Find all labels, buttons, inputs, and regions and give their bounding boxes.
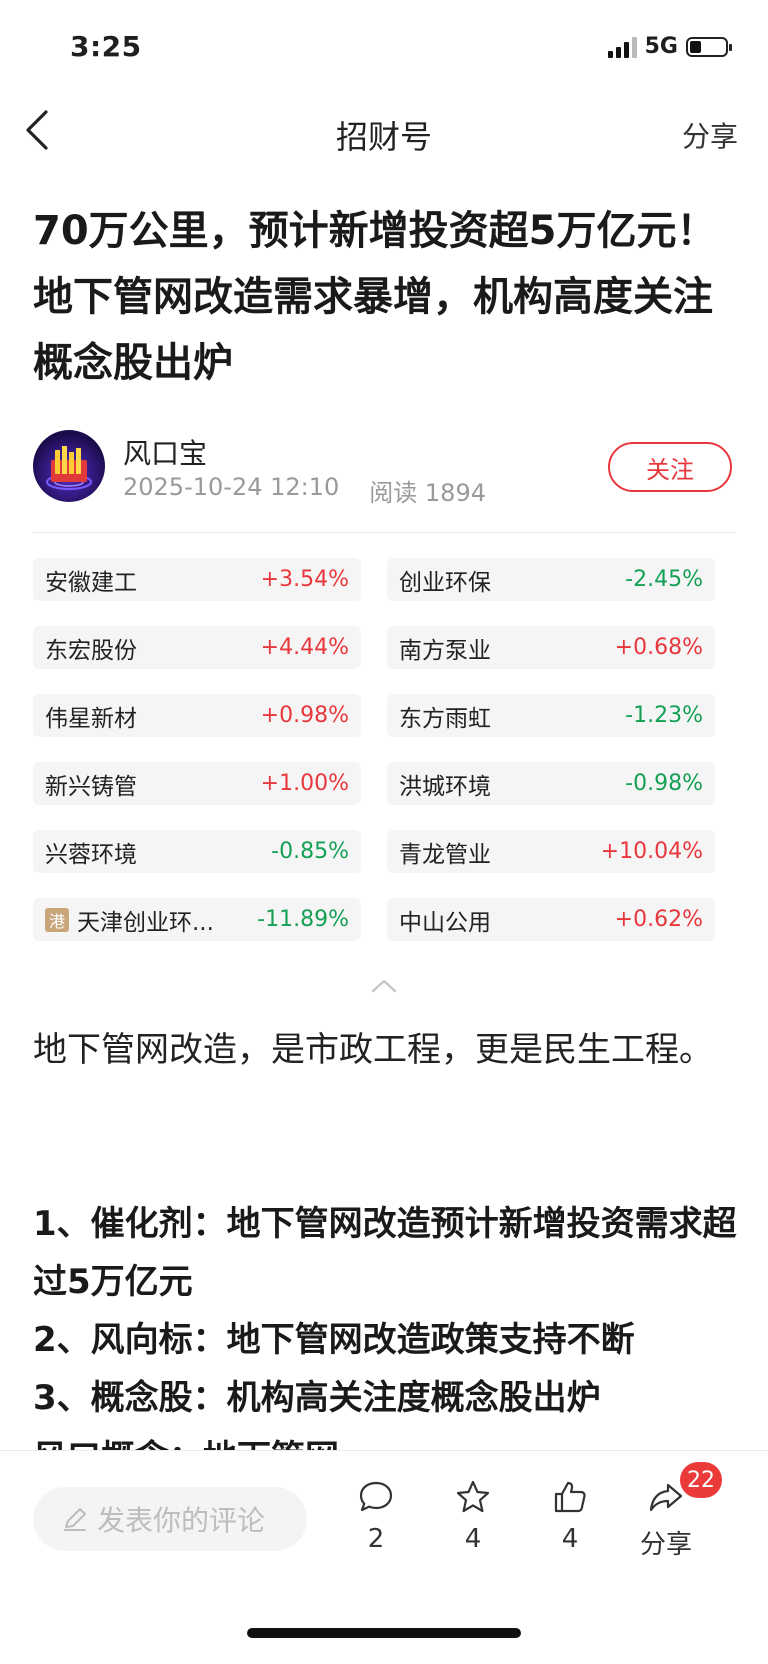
article-meta: 2025-10-24 12:10 阅读 1894 <box>123 473 486 508</box>
collapse-caret-icon[interactable] <box>370 978 398 994</box>
stock-chip[interactable]: 中山公用 +0.62% <box>387 898 715 941</box>
stock-chip[interactable]: 青龙管业 +10.04% <box>387 830 715 873</box>
stock-name: 安徽建工 <box>45 563 137 597</box>
stock-name-text: 南方泵业 <box>399 637 491 664</box>
related-stocks-grid: 安徽建工 +3.54% 创业环保 -2.45% 东宏股份 +4.44% 南方泵业 +0.68%… <box>33 558 735 941</box>
stock-name-text: 东宏股份 <box>45 637 137 664</box>
stock-change: +4.44% <box>260 635 349 660</box>
stock-name-text: 东方雨虹 <box>399 705 491 732</box>
stock-name-text: 伟星新材 <box>45 705 137 732</box>
stock-chip[interactable]: 南方泵业 +0.68% <box>387 626 715 669</box>
hk-market-badge: 港 <box>45 907 69 932</box>
author-name[interactable]: 风口宝 <box>123 432 207 472</box>
publish-date: 2025-10-24 12:10 <box>123 473 340 501</box>
share-count-badge: 22 <box>680 1462 722 1498</box>
stock-name: 港天津创业环... <box>45 903 214 937</box>
stock-name-text: 新兴铸管 <box>45 773 137 800</box>
stock-name-text: 兴蓉环境 <box>45 841 137 868</box>
stock-change: -1.23% <box>625 703 703 728</box>
star-icon <box>456 1480 490 1513</box>
stock-name: 创业环保 <box>399 563 491 597</box>
stock-name-text: 安徽建工 <box>45 569 137 596</box>
stock-name-text: 中山公用 <box>399 909 491 936</box>
stock-change: +1.00% <box>260 771 349 796</box>
stock-name: 南方泵业 <box>399 631 491 665</box>
comment-input[interactable]: 发表你的评论 <box>33 1487 307 1551</box>
thumbs-up-icon <box>554 1481 586 1513</box>
stock-name: 洪城环境 <box>399 767 491 801</box>
pencil-icon <box>64 1508 86 1531</box>
key-point: 3、概念股：机构高关注度概念股出炉 <box>33 1378 601 1418</box>
stock-name: 东宏股份 <box>45 631 137 665</box>
stock-change: -0.85% <box>271 839 349 864</box>
stock-change: +3.54% <box>260 567 349 592</box>
network-label: 5G <box>644 34 678 59</box>
signal-icon <box>607 36 637 58</box>
stock-name: 新兴铸管 <box>45 767 137 801</box>
stock-chip[interactable]: 安徽建工 +3.54% <box>33 558 361 601</box>
key-point: 2、风向标：地下管网改造政策支持不断 <box>33 1320 635 1360</box>
favorite-count: 4 <box>464 1524 482 1554</box>
stock-name-text: 天津创业环... <box>77 909 214 936</box>
stock-change: -0.98% <box>625 771 703 796</box>
like-count: 4 <box>561 1524 579 1554</box>
like-button[interactable]: 4 <box>530 1478 610 1554</box>
follow-button[interactable]: 关注 <box>608 442 732 492</box>
divider <box>33 532 735 533</box>
stock-change: +0.68% <box>614 635 703 660</box>
stock-name-text: 创业环保 <box>399 569 491 596</box>
stock-chip[interactable]: 兴蓉环境 -0.85% <box>33 830 361 873</box>
share-button[interactable]: 分享 <box>682 115 738 155</box>
favorite-button[interactable]: 4 <box>433 1478 513 1554</box>
share-label: 分享 <box>639 1530 692 1560</box>
avatar-logo-icon <box>46 446 92 490</box>
stock-change: -2.45% <box>625 567 703 592</box>
stock-name: 东方雨虹 <box>399 699 491 733</box>
stock-change: +10.04% <box>600 839 703 864</box>
stock-chip[interactable]: 东方雨虹 -1.23% <box>387 694 715 737</box>
comment-count: 2 <box>367 1524 385 1554</box>
home-indicator[interactable] <box>247 1628 521 1638</box>
stock-chip[interactable]: 东宏股份 +4.44% <box>33 626 361 669</box>
stock-name: 中山公用 <box>399 903 491 937</box>
comment-bubble-icon <box>359 1481 393 1512</box>
stock-change: +0.62% <box>614 907 703 932</box>
stock-chip[interactable]: 创业环保 -2.45% <box>387 558 715 601</box>
stock-change: -11.89% <box>257 907 349 932</box>
stock-change: +0.98% <box>260 703 349 728</box>
stock-name: 青龙管业 <box>399 835 491 869</box>
share-arrow-icon <box>649 1483 683 1512</box>
read-count: 阅读 1894 <box>369 479 486 507</box>
status-indicators: 5G <box>607 34 732 59</box>
article-intro: 地下管网改造，是市政工程，更是民生工程。 <box>33 1030 713 1070</box>
battery-icon <box>686 36 732 57</box>
stock-chip[interactable]: 港天津创业环... -11.89% <box>33 898 361 941</box>
stock-name: 伟星新材 <box>45 699 137 733</box>
status-time: 3:25 <box>70 30 142 63</box>
stock-name: 兴蓉环境 <box>45 835 137 869</box>
stock-name-text: 洪城环境 <box>399 773 491 800</box>
key-point: 1、催化剂：地下管网改造预计新增投资需求超过5万亿元 <box>33 1204 737 1302</box>
stock-chip[interactable]: 伟星新材 +0.98% <box>33 694 361 737</box>
stock-chip[interactable]: 洪城环境 -0.98% <box>387 762 715 805</box>
page-title: 招财号 <box>335 118 432 156</box>
article-title: 70万公里，预计新增投资超5万亿元！地下管网改造需求暴增，机构高度关注概念股出炉 <box>33 208 717 386</box>
stock-name-text: 青龙管业 <box>399 841 491 868</box>
key-points-list: 1、催化剂：地下管网改造预计新增投资需求超过5万亿元 2、风向标：地下管网改造政… <box>33 1195 743 1427</box>
avatar[interactable] <box>33 430 105 502</box>
comment-placeholder: 发表你的评论 <box>97 1504 266 1537</box>
comment-button[interactable]: 2 <box>336 1478 416 1554</box>
stock-chip[interactable]: 新兴铸管 +1.00% <box>33 762 361 805</box>
